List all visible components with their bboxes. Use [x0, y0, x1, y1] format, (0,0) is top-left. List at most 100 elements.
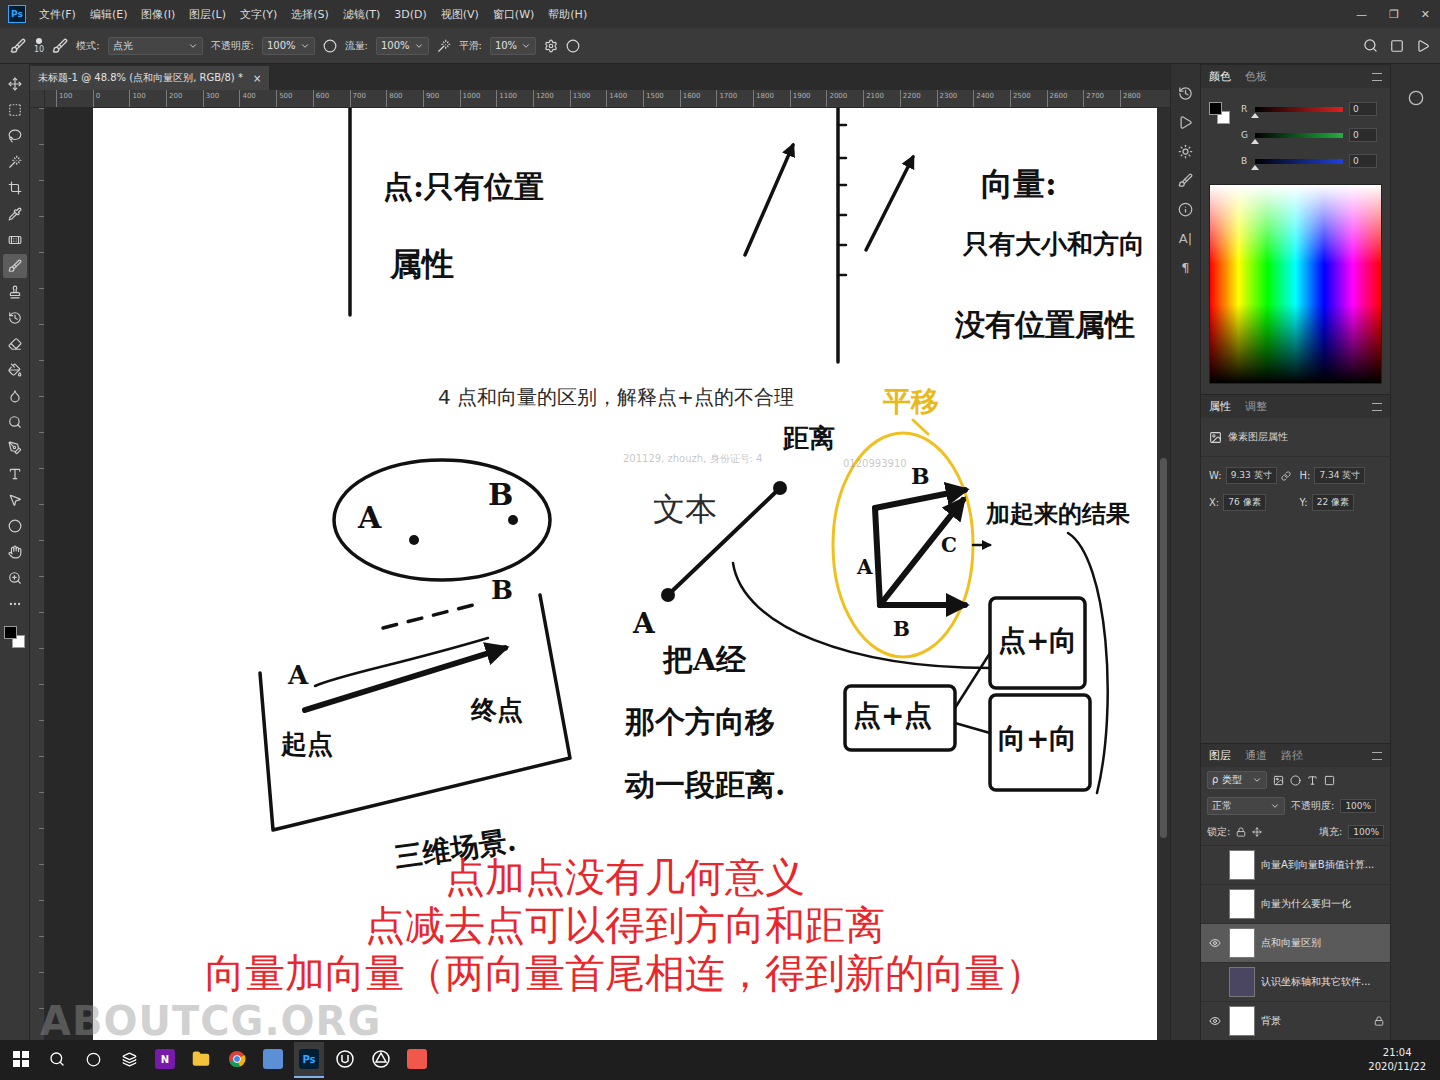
color-spectrum[interactable] — [1209, 184, 1382, 384]
tool-button[interactable] — [3, 332, 27, 356]
tool-button[interactable] — [3, 98, 27, 122]
tool-button[interactable] — [3, 228, 27, 252]
tool-button[interactable] — [3, 306, 27, 330]
scrollbar[interactable] — [1157, 108, 1170, 1040]
channel-value[interactable]: 0 — [1349, 128, 1377, 142]
tab-close[interactable]: × — [253, 73, 261, 84]
filter-shape-icon[interactable] — [1324, 775, 1335, 786]
tool-button[interactable] — [3, 462, 27, 486]
menu-item[interactable]: 视图(V) — [440, 5, 480, 24]
opacity-select[interactable]: 100% — [262, 37, 315, 55]
workspace-icon[interactable] — [1390, 39, 1404, 53]
color-swatches[interactable] — [1209, 102, 1233, 128]
layer-row[interactable]: 向量A到向量B插值计算... — [1201, 845, 1390, 884]
menu-item[interactable]: 帮助(H) — [547, 5, 588, 24]
pressure-icon[interactable] — [323, 39, 337, 53]
menu-item[interactable]: 文字(Y) — [239, 5, 278, 24]
airbrush-icon[interactable] — [437, 39, 451, 53]
layer-row[interactable]: 点和向量区别 — [1201, 923, 1390, 962]
link-icon[interactable] — [1281, 471, 1291, 481]
filter-type-icon[interactable] — [1307, 775, 1318, 786]
taskbar-item[interactable]: Ps — [294, 1042, 324, 1078]
taskbar-item[interactable] — [6, 1042, 36, 1078]
taskbar-item[interactable] — [42, 1042, 72, 1078]
color-swatches[interactable] — [4, 626, 26, 650]
window-control[interactable]: — — [1354, 8, 1369, 21]
menu-item[interactable]: 窗口(W) — [492, 5, 535, 24]
tool-button[interactable] — [3, 124, 27, 148]
tool-button[interactable] — [3, 540, 27, 564]
panel-tab[interactable]: 属性 — [1209, 399, 1231, 414]
channel-value[interactable]: 0 — [1349, 154, 1377, 168]
menu-item[interactable]: 图层(L) — [188, 5, 227, 24]
document-tab[interactable]: 未标题-1 @ 48.8% (点和向量区别, RGB/8) *× — [30, 66, 269, 90]
panel-glyph[interactable]: ¶ — [1181, 260, 1189, 275]
brush-settings-icon[interactable] — [52, 38, 68, 54]
taskbar-item[interactable] — [366, 1042, 396, 1078]
tool-button[interactable] — [3, 566, 27, 590]
menu-item[interactable]: 3D(D) — [393, 6, 428, 23]
layer-filter[interactable]: ρ 类型 — [1207, 771, 1267, 789]
history-icon[interactable] — [1178, 86, 1193, 101]
panel-tab[interactable]: 颜色 — [1209, 69, 1231, 84]
panel-tab[interactable]: 通道 — [1245, 748, 1267, 763]
filter-pixel-icon[interactable] — [1273, 775, 1284, 786]
brush-settings-icon[interactable] — [1178, 144, 1193, 159]
flow-select[interactable]: 100% — [376, 37, 429, 55]
layer-row[interactable]: 认识坐标轴和其它软件... — [1201, 962, 1390, 1001]
brushes-icon[interactable] — [1178, 173, 1193, 188]
panel-glyph[interactable]: A| — [1179, 231, 1192, 246]
layer-opacity[interactable]: 100% — [1340, 799, 1376, 813]
channel-value[interactable]: 0 — [1349, 102, 1377, 116]
brush-preset[interactable]: 10 — [34, 38, 44, 54]
actions-icon[interactable] — [1178, 115, 1193, 130]
lock-icon[interactable] — [1236, 827, 1246, 837]
menu-item[interactable]: 图像(I) — [140, 5, 176, 24]
document-canvas[interactable]: 点:只有位置属性向量:只有大小和方向没有位置属性4 点和向量的区别，解释点+点的… — [93, 108, 1157, 1040]
taskbar-item[interactable] — [222, 1042, 252, 1078]
share-icon[interactable] — [1416, 39, 1430, 53]
menu-item[interactable]: 编辑(E) — [89, 5, 129, 24]
tool-button[interactable] — [3, 254, 27, 278]
panel-tab[interactable]: 调整 — [1245, 399, 1267, 414]
window-control[interactable]: ✕ — [1419, 8, 1432, 21]
lock-position-icon[interactable] — [1252, 827, 1262, 837]
eye-icon[interactable] — [1209, 1015, 1221, 1027]
libraries-icon[interactable] — [1408, 90, 1424, 106]
tool-button[interactable] — [3, 176, 27, 200]
taskbar-item[interactable] — [330, 1042, 360, 1078]
tool-button[interactable] — [3, 488, 27, 512]
tool-button[interactable] — [3, 358, 27, 382]
property-field[interactable]: H:7.34 英寸 — [1300, 467, 1383, 484]
tool-button[interactable] — [3, 384, 27, 408]
tool-button[interactable] — [3, 280, 27, 304]
search-icon[interactable] — [1363, 38, 1378, 53]
symmetry-icon[interactable] — [566, 39, 580, 53]
tool-button[interactable] — [3, 592, 27, 616]
taskbar-clock[interactable]: 21:042020/11/22 — [1368, 1046, 1440, 1074]
tool-button[interactable] — [3, 436, 27, 460]
taskbar-item[interactable]: N — [150, 1042, 180, 1078]
taskbar-item[interactable] — [78, 1042, 108, 1078]
gear-icon[interactable] — [544, 39, 558, 53]
layer-row[interactable]: 背景 — [1201, 1001, 1390, 1040]
smoothing-select[interactable]: 10% — [490, 37, 536, 55]
taskbar-item[interactable] — [114, 1042, 144, 1078]
property-field[interactable]: X:76 像素 — [1209, 494, 1292, 511]
tool-button[interactable] — [3, 514, 27, 538]
eye-icon[interactable] — [1209, 937, 1221, 949]
filter-adjust-icon[interactable] — [1290, 775, 1301, 786]
tool-button[interactable] — [3, 202, 27, 226]
window-control[interactable]: ❐ — [1387, 8, 1401, 21]
mode-select[interactable]: 点光 — [108, 37, 203, 55]
channel-slider[interactable]: R0 — [1241, 102, 1382, 116]
channel-slider[interactable]: B0 — [1241, 154, 1382, 168]
taskbar-item[interactable] — [186, 1042, 216, 1078]
tool-button[interactable] — [3, 150, 27, 174]
tool-button[interactable] — [3, 410, 27, 434]
layer-fill[interactable]: 100% — [1348, 825, 1384, 839]
property-field[interactable]: W:9.33 英寸 — [1209, 467, 1292, 484]
layer-row[interactable]: 向量为什么要归一化 — [1201, 884, 1390, 923]
menu-item[interactable]: 滤镜(T) — [342, 5, 381, 24]
panel-tab[interactable]: 路径 — [1281, 748, 1303, 763]
